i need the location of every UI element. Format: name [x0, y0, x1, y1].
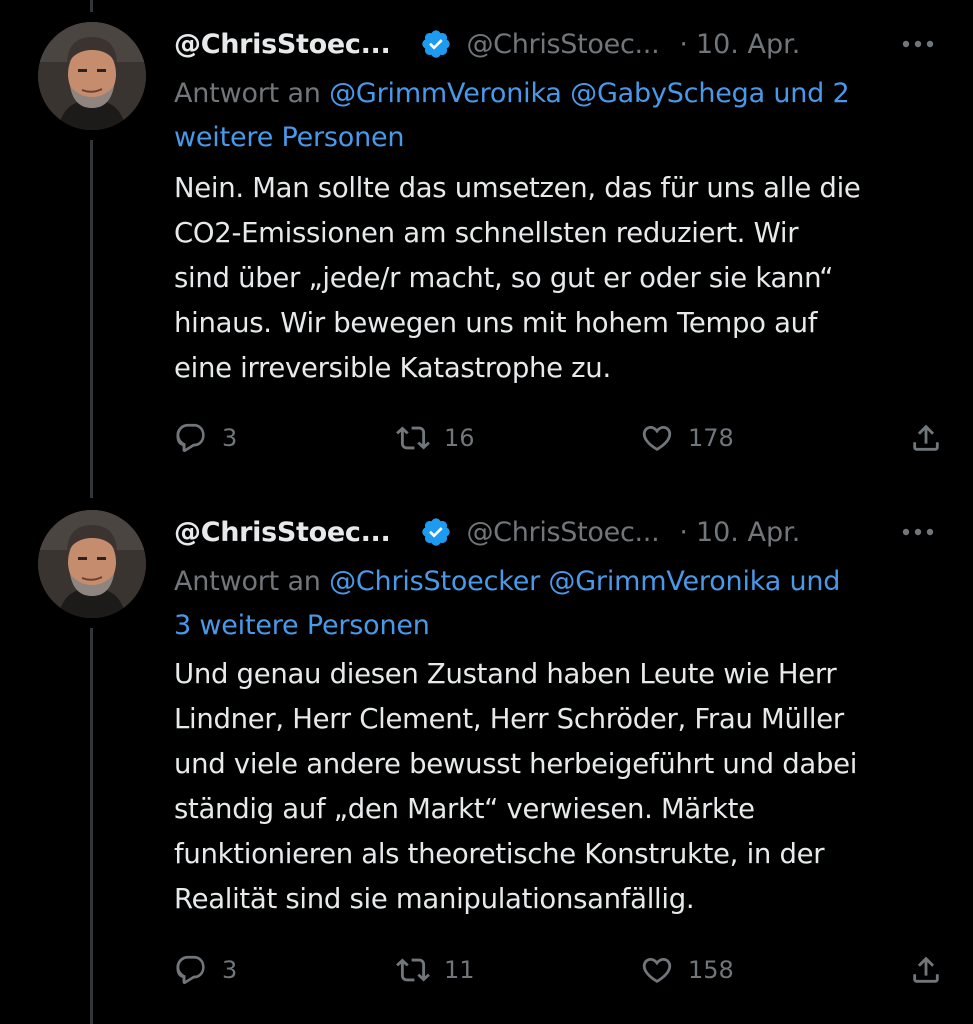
tweet-text-line: CO2-Emissionen am schnellsten reduziert.…: [174, 217, 799, 249]
like-count: 158: [688, 956, 734, 984]
reply-button[interactable]: 3: [174, 950, 237, 990]
tweet-header: @ChrisStoec... @ChrisStoec... · 10. Apr.: [174, 22, 953, 66]
tweet[interactable]: @ChrisStoec... @ChrisStoec... · 10. Apr.…: [0, 510, 973, 1024]
avatar[interactable]: [38, 510, 146, 618]
timestamp[interactable]: 10. Apr.: [696, 517, 800, 548]
reply-count: 3: [222, 956, 238, 984]
retweet-button[interactable]: 16: [396, 418, 475, 458]
reply-icon: [174, 953, 208, 987]
more-recipients-link[interactable]: und: [789, 566, 840, 597]
tweet-text-line: eine irreversible Katastrophe zu.: [174, 352, 611, 384]
reply-button[interactable]: 3: [174, 418, 237, 458]
reply-prefix: Antwort an: [174, 566, 321, 597]
handle[interactable]: @ChrisStoec...: [466, 29, 659, 60]
handle[interactable]: @ChrisStoec...: [466, 517, 659, 548]
tweet-text-line: funktionieren als theoretische Konstrukt…: [174, 838, 825, 870]
tweet-text-line: Und genau diesen Zustand haben Leute wie…: [174, 658, 837, 690]
tweet-text-line: ständig auf „den Markt“ verwiesen. Märkt…: [174, 793, 755, 825]
mention-link[interactable]: @GrimmVeronika: [329, 78, 562, 109]
retweet-icon: [396, 953, 430, 987]
share-icon: [909, 421, 943, 455]
more-recipients-link[interactable]: 3 weitere Personen: [174, 604, 944, 648]
more-recipients-link[interactable]: und 2: [773, 78, 849, 109]
share-button[interactable]: [909, 950, 943, 990]
tweet-header: @ChrisStoec... @ChrisStoec... · 10. Apr.: [174, 510, 953, 554]
heart-icon: [640, 421, 674, 455]
retweet-count: 11: [444, 956, 475, 984]
tweet-text-line: Realität sind sie manipulationsanfällig.: [174, 883, 695, 915]
more-options-icon[interactable]: [901, 510, 935, 554]
display-name[interactable]: @ChrisStoec...: [174, 517, 391, 548]
tweet-text-line: sind über „jede/r macht, so gut er oder …: [174, 262, 834, 294]
timestamp[interactable]: 10. Apr.: [696, 29, 800, 60]
reply-count: 3: [222, 424, 238, 452]
mention-link[interactable]: @GabySchega: [570, 78, 765, 109]
action-bar: 3 11 158: [174, 950, 943, 990]
tweet-text-line: Nein. Man sollte das umsetzen, das für u…: [174, 172, 861, 204]
reply-context: Antwort an @GrimmVeronika @GabySchega un…: [174, 72, 944, 160]
separator-dot: ·: [679, 516, 688, 548]
avatar[interactable]: [38, 22, 146, 130]
retweet-button[interactable]: 11: [396, 950, 475, 990]
like-count: 178: [688, 424, 734, 452]
verified-badge-icon: [420, 516, 452, 548]
mention-link[interactable]: @GrimmVeronika: [548, 566, 781, 597]
retweet-count: 16: [444, 424, 475, 452]
tweet-text-line: hinaus. Wir bewegen uns mit hohem Tempo …: [174, 307, 818, 339]
reply-icon: [174, 421, 208, 455]
more-recipients-link[interactable]: weitere Personen: [174, 116, 944, 160]
retweet-icon: [396, 421, 430, 455]
more-options-icon[interactable]: [901, 22, 935, 66]
like-button[interactable]: 158: [640, 950, 734, 990]
display-name[interactable]: @ChrisStoec...: [174, 29, 391, 60]
tweet[interactable]: @ChrisStoec... @ChrisStoec... · 10. Apr.…: [0, 0, 973, 500]
share-button[interactable]: [909, 418, 943, 458]
tweet-text-line: Lindner, Herr Clement, Herr Schröder, Fr…: [174, 703, 844, 735]
heart-icon: [640, 953, 674, 987]
separator-dot: ·: [679, 28, 688, 60]
tweet-text: Nein. Man sollte das umsetzen, das für u…: [174, 166, 949, 391]
verified-badge-icon: [420, 28, 452, 60]
share-icon: [909, 953, 943, 987]
mention-link[interactable]: @ChrisStoecker: [329, 566, 540, 597]
action-bar: 3 16 178: [174, 418, 943, 458]
like-button[interactable]: 178: [640, 418, 734, 458]
tweet-text-line: und viele andere bewusst herbeigeführt u…: [174, 748, 858, 780]
tweet-text: Und genau diesen Zustand haben Leute wie…: [174, 652, 949, 922]
reply-context: Antwort an @ChrisStoecker @GrimmVeronika…: [174, 560, 944, 648]
reply-prefix: Antwort an: [174, 78, 321, 109]
